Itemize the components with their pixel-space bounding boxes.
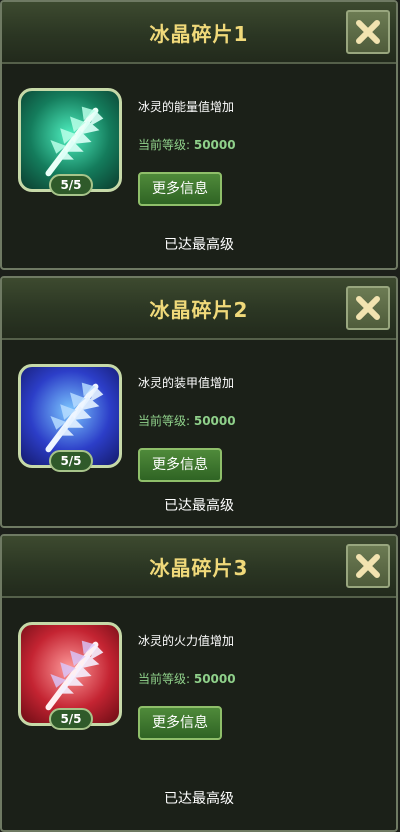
level-label: 当前等级: xyxy=(138,672,194,686)
current-level-line: 当前等级: 50000 xyxy=(138,136,236,153)
max-level-status: 已达最高级 xyxy=(164,498,234,514)
close-icon xyxy=(356,296,380,320)
panel-body: 5/5 冰灵的装甲值增加 当前等级: 50000 更多信息 已达最高级 xyxy=(2,340,396,526)
close-button[interactable] xyxy=(346,286,390,330)
shard-panel-stack: 冰晶碎片1 5/5 冰灵的能量值增加 当前等级: 50000 更多信息 已达最高… xyxy=(0,0,400,832)
close-button[interactable] xyxy=(346,10,390,54)
panel-title: 冰晶碎片3 xyxy=(149,556,249,580)
panel-body: 5/5 冰灵的能量值增加 当前等级: 50000 更多信息 已达最高级 xyxy=(2,64,396,268)
shard-description: 冰灵的火力值增加 xyxy=(138,634,235,648)
level-value: 50000 xyxy=(193,138,236,152)
max-level-status: 已达最高级 xyxy=(164,791,234,807)
shard-description: 冰灵的能量值增加 xyxy=(138,100,235,114)
level-value: 50000 xyxy=(193,414,236,428)
panel-body: 5/5 冰灵的火力值增加 当前等级: 50000 更多信息 已达最高级 xyxy=(2,598,396,830)
close-icon xyxy=(356,20,380,44)
panel-title: 冰晶碎片2 xyxy=(149,298,249,322)
panel-header: 冰晶碎片3 xyxy=(2,536,396,598)
shard-panel-3: 冰晶碎片3 5/5 冰灵的火力值增加 当前等级: 50000 更多信息 已达最高… xyxy=(0,534,398,832)
shard-description: 冰灵的装甲值增加 xyxy=(138,376,235,390)
current-level-line: 当前等级: 50000 xyxy=(138,412,236,429)
level-label: 当前等级: xyxy=(138,138,194,152)
level-value: 50000 xyxy=(193,672,236,686)
current-level-line: 当前等级: 50000 xyxy=(138,670,236,687)
more-info-button[interactable]: 更多信息 xyxy=(138,706,222,740)
panel-header: 冰晶碎片2 xyxy=(2,278,396,340)
shard-panel-2: 冰晶碎片2 5/5 冰灵的装甲值增加 当前等级: 50000 更多信息 已达最高… xyxy=(0,276,398,528)
close-button[interactable] xyxy=(346,544,390,588)
more-info-button[interactable]: 更多信息 xyxy=(138,448,222,482)
shard-panel-1: 冰晶碎片1 5/5 冰灵的能量值增加 当前等级: 50000 更多信息 已达最高… xyxy=(0,0,398,270)
panel-header: 冰晶碎片1 xyxy=(2,2,396,64)
level-badge: 5/5 xyxy=(49,450,93,472)
level-badge: 5/5 xyxy=(49,708,93,730)
close-icon xyxy=(356,554,380,578)
max-level-status: 已达最高级 xyxy=(164,237,234,253)
more-info-button[interactable]: 更多信息 xyxy=(138,172,222,206)
panel-title: 冰晶碎片1 xyxy=(149,22,249,46)
level-label: 当前等级: xyxy=(138,414,194,428)
level-badge: 5/5 xyxy=(49,174,93,196)
